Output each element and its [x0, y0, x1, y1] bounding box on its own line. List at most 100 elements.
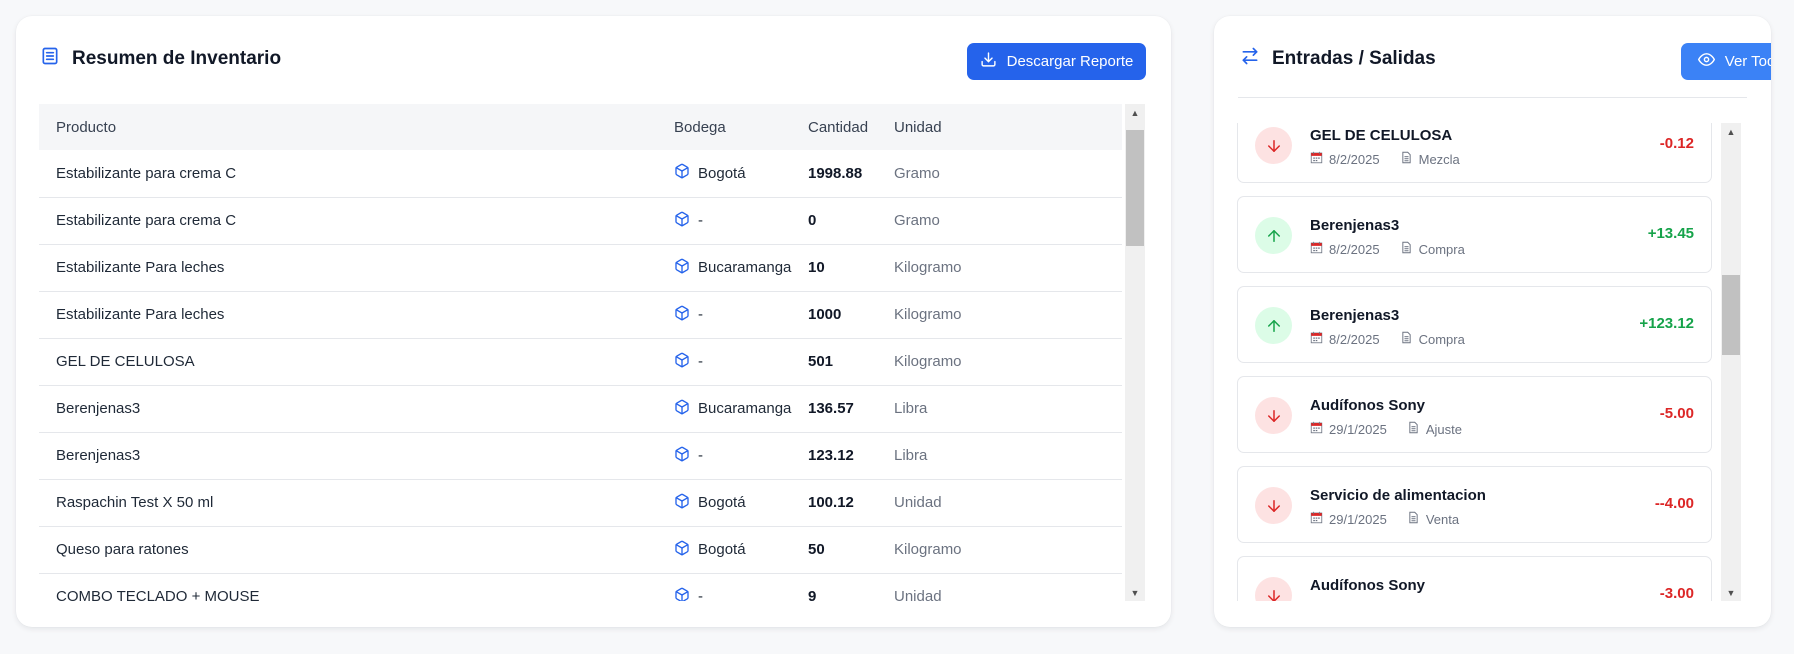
table-row[interactable]: Berenjenas3 Bucaramanga 136.57 Libra [39, 385, 1122, 433]
movement-meta: 29/1/2025 Ajuste [1310, 421, 1462, 437]
product-cell: Berenjenas3 [39, 385, 674, 433]
inventory-summary-card: Resumen de Inventario Descargar Reporte … [16, 16, 1171, 627]
inventory-table-container: Producto Bodega Cantidad Unidad Estabili… [39, 104, 1146, 601]
inventory-table-scrollbar[interactable]: ▲ ▼ [1125, 104, 1145, 601]
quantity-cell: 1998.88 [808, 150, 894, 198]
warehouse-label: Bucaramanga [698, 259, 792, 276]
unit-cell: Kilogramo [894, 338, 1122, 386]
movements-scrollbar[interactable]: ▲ ▼ [1721, 123, 1741, 601]
unit-cell: Kilogramo [894, 244, 1122, 292]
movement-item[interactable]: Audífonos Sony28/1/2025Ajuste-3.00 [1237, 556, 1712, 601]
scroll-down-arrow[interactable]: ▼ [1125, 584, 1145, 601]
warehouse-cell: Bucaramanga [674, 385, 808, 433]
movement-item[interactable]: GEL DE CELULOSA 8/2/2025 Mezcla -0.12 [1237, 123, 1712, 183]
table-row[interactable]: Estabilizante para crema C - 0 Gramo [39, 197, 1122, 245]
divider [1238, 97, 1747, 98]
calendar-icon [1310, 331, 1323, 347]
unit-cell: Gramo [894, 150, 1122, 198]
calendar-icon [1310, 421, 1323, 437]
table-row[interactable]: Raspachin Test X 50 ml Bogotá 100.12 Unidad [39, 479, 1122, 527]
warehouse-cell: - [674, 432, 808, 480]
warehouse-cell: - [674, 291, 808, 339]
download-report-button[interactable]: Descargar Reporte [967, 43, 1146, 80]
scroll-thumb[interactable] [1722, 275, 1740, 355]
arrow-up-icon [1255, 217, 1292, 254]
movement-type: Compra [1418, 241, 1465, 257]
warehouse-label: Bogotá [698, 541, 746, 558]
quantity-cell: 136.57 [808, 385, 894, 433]
movement-product-name: Berenjenas3 [1310, 307, 1400, 324]
inventory-table-body: Estabilizante para crema C Bogotá 1998.88 G… [39, 150, 1122, 601]
warehouse-cell: - [674, 573, 808, 601]
column-header-warehouse: Bodega [674, 118, 726, 136]
box-icon [674, 211, 690, 231]
inventory-list-icon [40, 46, 60, 72]
warehouse-label: Bogotá [698, 494, 746, 511]
table-row[interactable]: Estabilizante Para leches Bucaramanga 10 Ki… [39, 244, 1122, 292]
warehouse-label: Bogotá [698, 164, 746, 182]
product-cell: Berenjenas3 [39, 432, 674, 480]
column-header-unit: Unidad [894, 118, 942, 136]
unit-cell: Kilogramo [894, 291, 1122, 339]
product-cell: Queso para ratones [39, 526, 674, 574]
movement-meta: 8/2/2025 Compra [1310, 241, 1465, 257]
quantity-cell: 9 [808, 573, 894, 601]
movement-date: 8/2/2025 [1329, 331, 1380, 347]
movement-item[interactable]: Servicio de alimentacion 29/1/2025 Venta --… [1237, 466, 1712, 543]
warehouse-label: - [698, 588, 703, 601]
document-icon [1400, 151, 1413, 167]
movement-product-name: Audífonos Sony [1310, 577, 1425, 594]
movement-date: 8/2/2025 [1329, 241, 1380, 257]
unit-cell: Libra [894, 432, 1122, 480]
movement-product-name: Audífonos Sony [1310, 397, 1425, 414]
movement-product-name: Berenjenas3 [1310, 217, 1400, 234]
table-row[interactable]: Berenjenas3 - 123.12 Libra [39, 432, 1122, 480]
quantity-cell: 100.12 [808, 479, 894, 527]
document-icon [1407, 421, 1420, 437]
movement-item[interactable]: Berenjenas3 8/2/2025 Compra +123.12 [1237, 286, 1712, 363]
scroll-thumb[interactable] [1126, 130, 1144, 246]
movement-date: 29/1/2025 [1329, 511, 1387, 527]
box-icon [674, 446, 690, 466]
product-cell: Estabilizante para crema C [39, 197, 674, 245]
table-row[interactable]: GEL DE CELULOSA - 501 Kilogramo [39, 338, 1122, 386]
product-cell: Estabilizante Para leches [39, 244, 674, 292]
arrow-up-icon [1255, 307, 1292, 344]
download-report-label: Descargar Reporte [1006, 53, 1134, 70]
download-icon [980, 51, 997, 72]
arrow-down-icon [1255, 577, 1292, 601]
calendar-icon [1310, 511, 1323, 527]
warehouse-label: - [698, 353, 703, 370]
eye-icon [1697, 51, 1715, 72]
view-all-button[interactable]: Ver Todos [1681, 43, 1771, 80]
scroll-up-arrow[interactable]: ▲ [1125, 104, 1145, 121]
calendar-icon [1310, 241, 1323, 257]
swap-arrows-icon [1240, 46, 1260, 72]
unit-cell: Libra [894, 385, 1122, 433]
box-icon [674, 258, 690, 278]
movement-item[interactable]: Berenjenas3 8/2/2025 Compra +13.45 [1237, 196, 1712, 273]
product-cell: GEL DE CELULOSA [39, 338, 674, 386]
warehouse-label: - [698, 447, 703, 464]
product-cell: COMBO TECLADO + MOUSE [39, 573, 674, 601]
unit-cell: Unidad [894, 573, 1122, 601]
warehouse-cell: - [674, 338, 808, 386]
movement-item[interactable]: Audífonos Sony 29/1/2025 Ajuste -5.00 [1237, 376, 1712, 453]
table-header-row: Producto Bodega Cantidad Unidad [39, 104, 1122, 150]
movement-type: Mezcla [1418, 151, 1460, 167]
arrow-down-icon [1255, 397, 1292, 434]
document-icon [1400, 241, 1413, 257]
movement-meta: 8/2/2025 Mezcla [1310, 151, 1460, 167]
table-row[interactable]: Queso para ratones Bogotá 50 Kilogramo [39, 526, 1122, 574]
movements-list: GEL DE CELULOSA 8/2/2025 Mezcla -0.12 Berenj… [1237, 123, 1734, 601]
table-row[interactable]: Estabilizante Para leches - 1000 Kilogramo [39, 291, 1122, 339]
movement-date: 29/1/2025 [1329, 421, 1387, 437]
inventory-table: Producto Bodega Cantidad Unidad Estabili… [39, 104, 1122, 601]
scroll-down-arrow[interactable]: ▼ [1721, 584, 1741, 601]
column-header-quantity: Cantidad [808, 118, 869, 136]
movement-meta: 29/1/2025 Venta [1310, 511, 1459, 527]
table-row[interactable]: Estabilizante para crema C Bogotá 1998.88 G… [39, 150, 1122, 198]
box-icon [674, 493, 690, 513]
scroll-up-arrow[interactable]: ▲ [1721, 123, 1741, 140]
table-row[interactable]: COMBO TECLADO + MOUSE - 9 Unidad [39, 573, 1122, 601]
